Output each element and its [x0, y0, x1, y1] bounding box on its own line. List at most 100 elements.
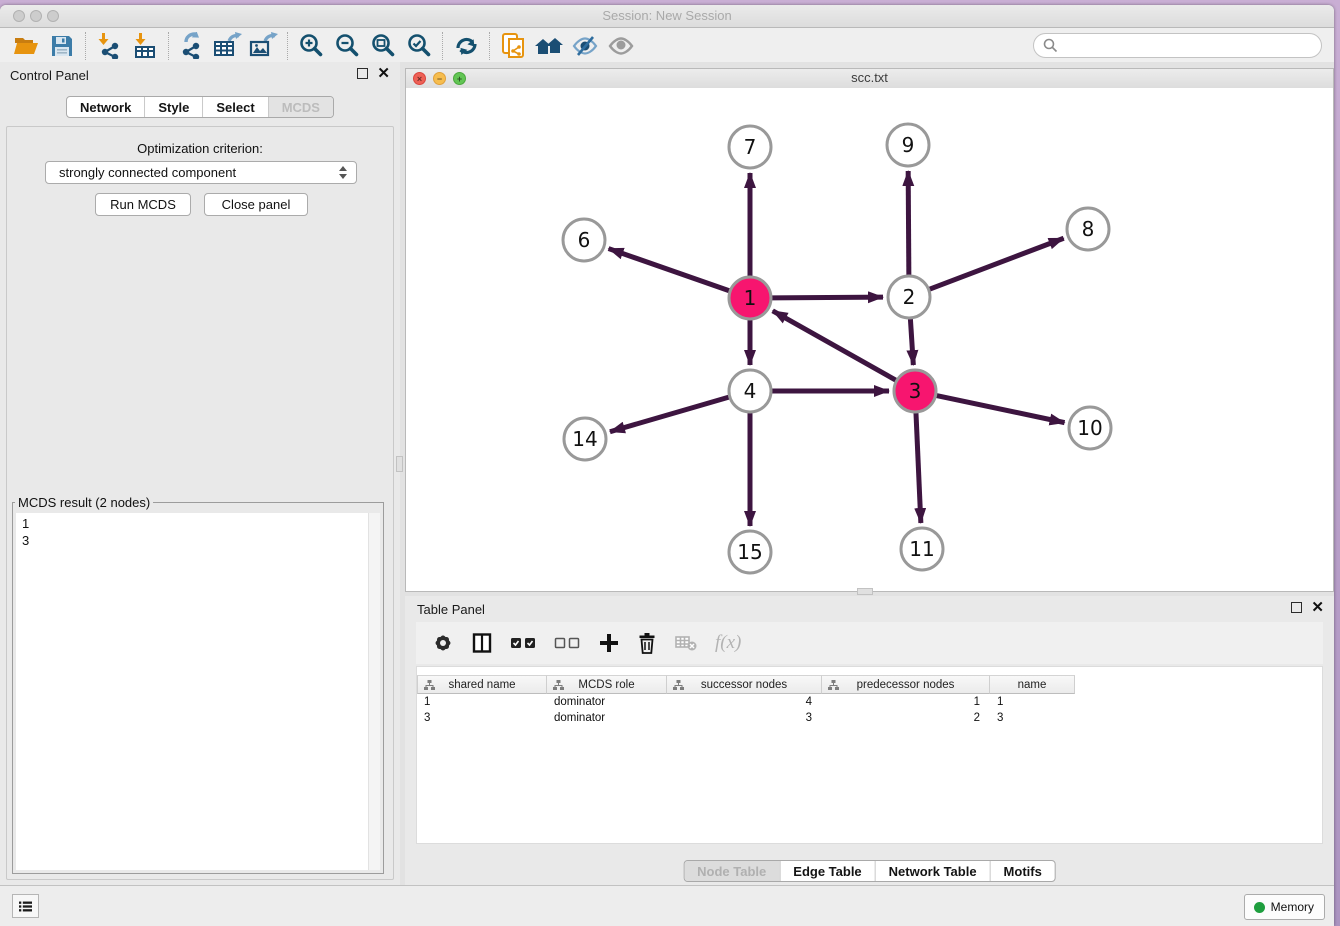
network-view-window: × − + scc.txt 7 9 6 8 1 2 4 3 14 10 15 11: [405, 68, 1334, 592]
graph-node-1[interactable]: 1: [729, 277, 771, 319]
maximize-window-icon[interactable]: [47, 10, 59, 22]
tab-mcds[interactable]: MCDS: [268, 97, 333, 117]
unselect-all-columns-icon[interactable]: [554, 636, 581, 650]
network-maximize-icon[interactable]: +: [453, 72, 466, 85]
graph-node-10[interactable]: 10: [1069, 407, 1111, 449]
edge-3-10[interactable]: [937, 396, 1065, 423]
mcds-result-textarea[interactable]: 13: [16, 513, 380, 870]
optimization-criterion-select[interactable]: strongly connected component: [45, 161, 357, 184]
float-panel-icon[interactable]: [1291, 602, 1302, 613]
result-scrollbar[interactable]: [368, 513, 380, 870]
new-network-icon[interactable]: [495, 30, 531, 61]
close-panel-button[interactable]: Close panel: [204, 193, 308, 216]
tab-node-table[interactable]: Node Table: [684, 861, 779, 881]
table-row[interactable]: 3dominator323: [417, 710, 1322, 726]
show-graphics-icon[interactable]: [603, 30, 639, 61]
zoom-fit-icon[interactable]: [365, 30, 401, 61]
close-window-icon[interactable]: [13, 10, 25, 22]
float-panel-icon[interactable]: [357, 68, 368, 79]
network-window-titlebar[interactable]: × − + scc.txt: [406, 69, 1333, 89]
zoom-in-icon[interactable]: [293, 30, 329, 61]
tab-network-table[interactable]: Network Table: [875, 861, 990, 881]
tab-edge-table[interactable]: Edge Table: [779, 861, 874, 881]
delete-table-icon[interactable]: [674, 633, 698, 653]
table-cell[interactable]: 4: [667, 696, 822, 708]
graph-node-15[interactable]: 15: [729, 531, 771, 573]
refresh-icon[interactable]: [448, 30, 484, 61]
table-cell[interactable]: 2: [822, 712, 990, 724]
export-table-icon[interactable]: [210, 30, 246, 61]
close-panel-icon[interactable]: ✕: [377, 68, 390, 79]
close-panel-icon[interactable]: ✕: [1311, 602, 1324, 613]
graph-node-8[interactable]: 8: [1067, 208, 1109, 250]
export-image-icon[interactable]: [246, 30, 282, 61]
edge-2-3[interactable]: [910, 319, 913, 365]
tree-column-icon: [828, 680, 839, 691]
table-cell[interactable]: 3: [667, 712, 822, 724]
column-header-successor-nodes[interactable]: successor nodes: [667, 675, 822, 694]
column-header-shared-name[interactable]: shared name: [417, 675, 547, 694]
graph-node-6[interactable]: 6: [563, 219, 605, 261]
delete-columns-icon[interactable]: [637, 632, 657, 655]
graph-node-11[interactable]: 11: [901, 528, 943, 570]
function-builder-icon[interactable]: f(x): [715, 632, 741, 654]
mcds-result-group: MCDS result (2 nodes) 13: [12, 495, 384, 874]
run-mcds-button[interactable]: Run MCDS: [95, 193, 191, 216]
select-all-columns-icon[interactable]: [510, 636, 537, 650]
edge-3-1[interactable]: [773, 311, 896, 380]
graph-node-3[interactable]: 3: [894, 370, 936, 412]
column-header-mcds-role[interactable]: MCDS role: [547, 675, 667, 694]
vertical-splitter-handle[interactable]: [396, 456, 403, 472]
tab-select[interactable]: Select: [202, 97, 267, 117]
import-table-icon[interactable]: [127, 30, 163, 61]
task-history-button[interactable]: [12, 894, 39, 918]
edge-2-9[interactable]: [908, 171, 909, 275]
tab-motifs[interactable]: Motifs: [990, 861, 1055, 881]
column-header-predecessor-nodes[interactable]: predecessor nodes: [822, 675, 990, 694]
graph-node-4[interactable]: 4: [729, 370, 771, 412]
graph-node-2[interactable]: 2: [888, 276, 930, 318]
memory-button[interactable]: Memory: [1244, 894, 1325, 920]
column-header-name[interactable]: name: [990, 675, 1075, 694]
edge-2-8[interactable]: [930, 238, 1064, 289]
list-icon: [19, 899, 32, 914]
add-column-icon[interactable]: [598, 632, 620, 654]
tab-network[interactable]: Network: [67, 97, 144, 117]
edge-1-2[interactable]: [772, 297, 883, 298]
save-session-icon[interactable]: [44, 30, 80, 61]
home-icon[interactable]: [531, 30, 567, 61]
table-cell[interactable]: 1: [990, 696, 1075, 708]
table-cell[interactable]: dominator: [547, 712, 667, 724]
network-minimize-icon[interactable]: −: [433, 72, 446, 85]
node-label: 14: [572, 427, 597, 451]
open-session-icon[interactable]: [8, 30, 44, 61]
minimize-window-icon[interactable]: [30, 10, 42, 22]
control-panel-title: Control Panel: [10, 68, 89, 83]
horizontal-splitter-handle[interactable]: [857, 588, 873, 595]
export-network-icon[interactable]: [174, 30, 210, 61]
network-close-icon[interactable]: ×: [413, 72, 426, 85]
network-canvas[interactable]: 7 9 6 8 1 2 4 3 14 10 15 11: [406, 88, 1333, 591]
table-cell[interactable]: 1: [822, 696, 990, 708]
table-toolbar: f(x): [416, 622, 1323, 664]
tab-style[interactable]: Style: [144, 97, 202, 117]
graph-node-9[interactable]: 9: [887, 124, 929, 166]
table-cell[interactable]: dominator: [547, 696, 667, 708]
graph-node-7[interactable]: 7: [729, 126, 771, 168]
table-cell[interactable]: 3: [417, 712, 547, 724]
import-network-icon[interactable]: [91, 30, 127, 61]
show-columns-icon[interactable]: [471, 632, 493, 654]
table-cell[interactable]: 3: [990, 712, 1075, 724]
zoom-out-icon[interactable]: [329, 30, 365, 61]
table-settings-icon[interactable]: [432, 632, 454, 654]
zoom-selected-icon[interactable]: [401, 30, 437, 61]
mcds-panel: Optimization criterion: strongly connect…: [6, 126, 394, 880]
edge-1-6[interactable]: [609, 249, 730, 291]
table-row[interactable]: 1dominator411: [417, 694, 1322, 710]
graph-node-14[interactable]: 14: [564, 418, 606, 460]
search-input[interactable]: [1063, 37, 1321, 54]
hide-panel-icon[interactable]: [567, 30, 603, 61]
edge-3-11[interactable]: [916, 413, 921, 523]
table-cell[interactable]: 1: [417, 696, 547, 708]
edge-4-14[interactable]: [610, 397, 729, 432]
